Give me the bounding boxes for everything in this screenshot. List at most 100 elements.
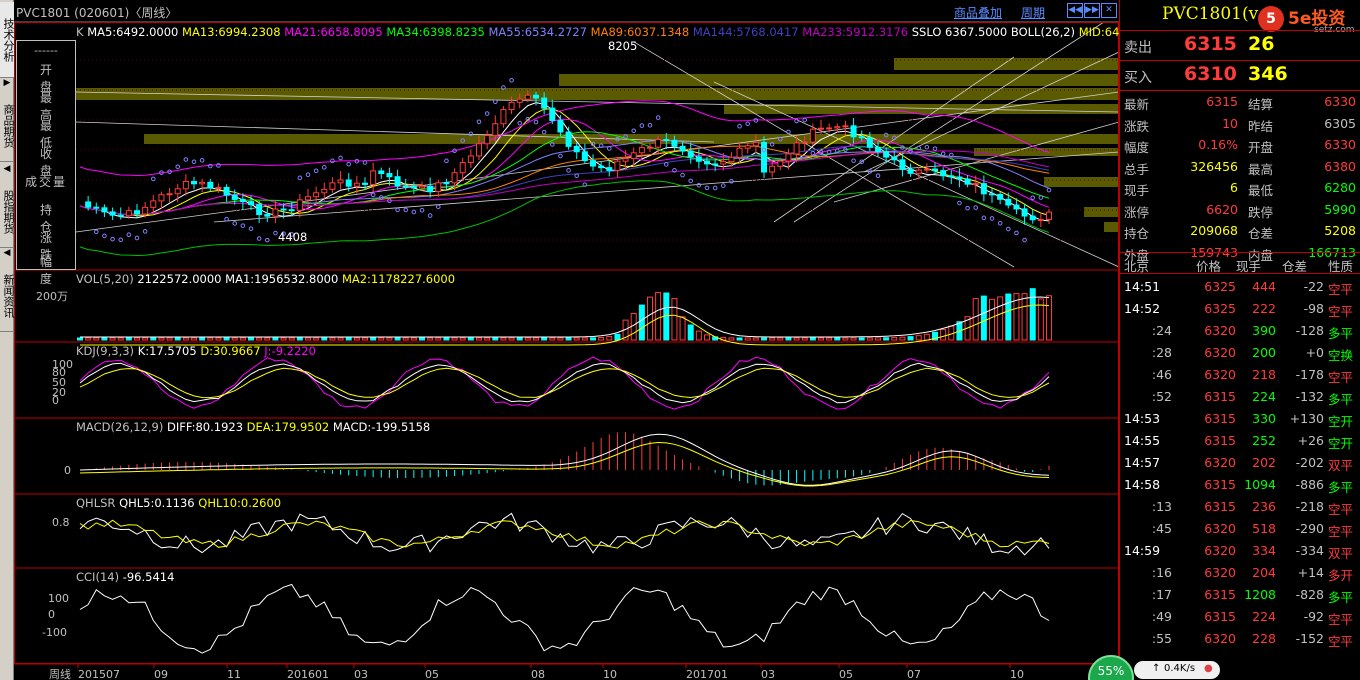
sar-dot [476, 119, 482, 125]
panel-title: QHLSR [76, 496, 119, 510]
volume-bar [695, 330, 702, 341]
sar-dot [737, 123, 742, 129]
sar-dot [647, 122, 653, 128]
vol-axis-label: 200万 [36, 290, 68, 303]
indicator-value: MA5:6492.0000 [87, 25, 182, 39]
tick-size: 200 [1252, 345, 1276, 360]
candle-body [93, 206, 100, 209]
volume-bar [655, 291, 662, 341]
scroll-right-button[interactable]: ▶▶ [1084, 3, 1100, 18]
tick-nature: 空开 [1328, 414, 1354, 429]
tick-price: 6315 [1204, 389, 1236, 404]
candle-body [524, 94, 531, 100]
overlay-commodity-link[interactable]: 商品叠加 [954, 4, 1002, 21]
col-size: 现手 [1236, 259, 1262, 274]
arrow-right-icon[interactable]: ▶ [2, 78, 12, 88]
candle-body [883, 151, 890, 158]
resistance-zone [144, 134, 1119, 144]
candle-body [476, 143, 482, 157]
candle-body [296, 199, 303, 211]
volume-bar [769, 337, 776, 341]
candle-body [394, 176, 401, 187]
x-tick-label: 05 [425, 668, 439, 680]
stat-k2: 仓差 [1248, 226, 1274, 241]
ohlc-info-panel: ------ 开盘 最高 最低 收盘 成交量 持仓 涨跌 幅度 [16, 40, 76, 286]
candle-body [704, 160, 710, 165]
qhlsr-axis-label: 0.8 [52, 516, 70, 529]
volume-bar [239, 337, 246, 341]
tick-size: 236 [1252, 499, 1276, 514]
sar-dot [126, 232, 132, 238]
sar-dot [256, 236, 262, 241]
sar-dot [199, 158, 205, 163]
volume-bar [394, 337, 401, 341]
ask-row[interactable]: 卖出 6315 26 [1120, 30, 1360, 58]
cci-line [79, 583, 1050, 654]
volume-bar [736, 337, 743, 341]
chart-title-bar: PVC1801 (020601)〈周线〉 商品叠加 周期 ◀◀ ▶▶ ✕ [14, 0, 1119, 22]
tick-time: 14:57 [1124, 455, 1161, 470]
sar-dot [240, 223, 246, 228]
sar-dots [93, 77, 1052, 243]
sar-dot [663, 162, 669, 167]
tick-oi: -178 [1295, 367, 1324, 382]
sar-dot [370, 192, 376, 198]
candle-body [720, 161, 727, 165]
period-link[interactable]: 周期 [1021, 4, 1045, 21]
volume-bar [541, 337, 548, 341]
volume-bar [850, 337, 857, 341]
candle-body [557, 119, 564, 133]
tick-size: 222 [1252, 301, 1276, 316]
chart-area[interactable]: K MA5:6492.0000 MA13:6994.2308 MA21:6658… [14, 22, 1119, 680]
tab-news[interactable]: 新闻资讯 [0, 260, 15, 332]
tick-size: 224 [1252, 389, 1276, 404]
candle-body [158, 194, 165, 202]
volume-bar [761, 337, 767, 341]
sar-dot [492, 99, 498, 105]
x-tick-label: 201601 [287, 668, 329, 680]
tick-nature: 空平 [1328, 634, 1354, 649]
chart-title: PVC1801 (020601)〈周线〉 [16, 6, 178, 20]
cci-axis-label: -100 [42, 626, 67, 639]
quote-stat-row: 现手 6 最低 6280 [1120, 177, 1360, 199]
volume-bar [606, 336, 613, 341]
network-status-widget[interactable]: 55% ↑ 0.4K/s ● [1088, 655, 1224, 680]
tab-technical-analysis[interactable]: 技术分析 [0, 2, 15, 78]
volume-bar [679, 316, 686, 341]
cci-axis-label: 100 [48, 592, 69, 605]
x-tick-label: 07 [907, 668, 921, 680]
sar-dot [997, 221, 1003, 226]
scroll-left-button[interactable]: ◀◀ [1067, 3, 1083, 18]
volume-bar [704, 334, 710, 341]
stat-v1: 326456 [1190, 158, 1238, 174]
close-icon[interactable]: ✕ [1101, 3, 1117, 18]
candle-body [459, 162, 466, 174]
volume-bar [443, 337, 450, 341]
tick-size: 252 [1252, 433, 1276, 448]
tick-size: 334 [1252, 543, 1276, 558]
candle-body [614, 160, 621, 171]
sar-dot [191, 159, 197, 165]
tick-price: 6320 [1204, 631, 1236, 646]
sar-dot [207, 163, 213, 169]
sar-dot [346, 161, 352, 167]
candle-body [695, 156, 702, 162]
tab-index-futures[interactable]: 股指期货 [0, 176, 15, 248]
volume-bar [191, 337, 197, 341]
tick-size: 1094 [1244, 477, 1276, 492]
tick-oi: -128 [1295, 323, 1324, 338]
volume-bar [1005, 293, 1012, 341]
volume-bar [419, 337, 425, 341]
bid-row[interactable]: 买入 6310 346 [1120, 60, 1360, 88]
arrow-left-icon[interactable]: ◀ [2, 248, 12, 258]
sar-dot [150, 176, 156, 182]
arrow-left-icon[interactable]: ◀ [2, 164, 12, 174]
candle-body [427, 185, 434, 193]
volume-bar [744, 337, 751, 341]
candle-body [288, 209, 295, 212]
panel-labels: K MA5:6492.0000 MA13:6994.2308 MA21:6658… [36, 25, 1119, 680]
tick-nature: 空平 [1328, 524, 1354, 539]
tab-commodity-futures[interactable]: 商品期货 [0, 90, 15, 162]
tick-row: :52 6315 224 -132 多平 [1120, 386, 1360, 408]
tick-row: 14:59 6320 334 -334 双平 [1120, 540, 1360, 562]
